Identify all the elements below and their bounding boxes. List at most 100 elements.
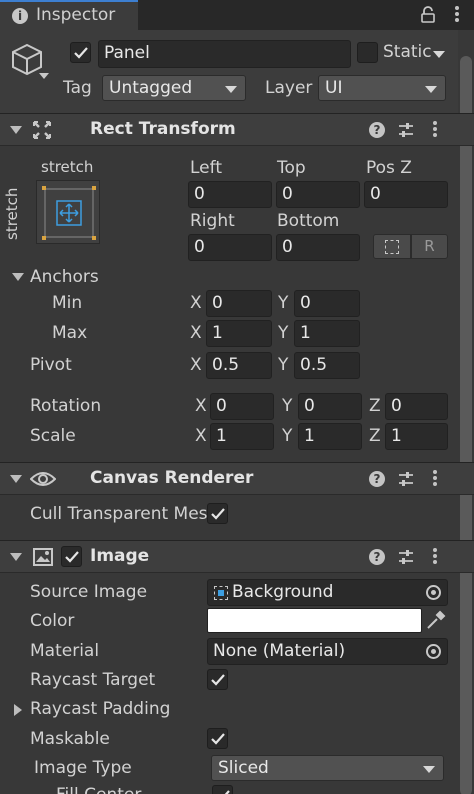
image-enabled-checkbox[interactable] <box>61 546 82 567</box>
min-y-label[interactable]: Y <box>278 293 288 313</box>
right-field[interactable]: 0 <box>188 234 272 261</box>
anchor-preset-top-label: stretch <box>41 158 94 176</box>
object-picker-icon[interactable] <box>426 585 441 600</box>
chevron-down-icon <box>425 86 437 93</box>
rotation-x-field[interactable]: 0 <box>210 393 274 420</box>
posz-label: Pos Z <box>366 158 412 178</box>
right-label: Right <box>190 211 235 231</box>
max-y-field[interactable]: 1 <box>294 320 360 347</box>
fill-center-checkbox[interactable] <box>212 785 233 794</box>
component-menu-icon[interactable] <box>433 548 437 566</box>
anchors-label[interactable]: Anchors <box>30 267 99 287</box>
pivot-x-label[interactable]: X <box>190 355 202 375</box>
raycast-target-checkbox[interactable] <box>207 669 228 690</box>
image-type-dropdown[interactable]: Sliced <box>211 755 444 781</box>
component-menu-icon[interactable] <box>433 121 437 139</box>
tab-title: Inspector <box>36 5 116 25</box>
scale-x-label[interactable]: X <box>195 426 207 446</box>
fold-arrow-icon[interactable] <box>10 475 22 483</box>
image-type-label: Image Type <box>34 758 132 778</box>
scale-y-label[interactable]: Y <box>282 426 292 446</box>
info-icon: i <box>12 8 28 24</box>
fold-arrow-icon[interactable] <box>10 553 22 561</box>
rect-transform-header[interactable]: Rect Transform ? <box>0 113 474 146</box>
layer-dropdown[interactable]: UI <box>318 75 446 101</box>
image-header[interactable]: Image ? <box>0 540 474 573</box>
min-x-field[interactable]: 0 <box>206 290 272 317</box>
presets-icon[interactable] <box>398 122 414 138</box>
active-checkbox[interactable] <box>70 42 91 63</box>
posz-field[interactable]: 0 <box>364 181 448 208</box>
tab-inspector[interactable]: i Inspector <box>0 0 138 30</box>
name-field[interactable]: Panel <box>98 40 351 68</box>
color-swatch[interactable] <box>207 608 422 633</box>
scrollbar-thumb[interactable] <box>460 56 472 794</box>
anchor-presets-button[interactable] <box>36 180 100 244</box>
material-field[interactable]: None (Material) <box>207 638 448 665</box>
static-checkbox[interactable] <box>357 42 378 63</box>
help-icon[interactable]: ? <box>369 122 385 138</box>
chevron-down-icon <box>225 86 237 93</box>
presets-icon[interactable] <box>398 471 414 487</box>
raycast-padding-label[interactable]: Raycast Padding <box>30 699 170 719</box>
source-image-value: Background <box>232 582 334 602</box>
static-label: Static <box>383 42 432 62</box>
top-field[interactable]: 0 <box>276 181 360 208</box>
raw-edit-button[interactable]: R <box>411 234 448 259</box>
raycast-padding-fold-icon[interactable] <box>14 704 22 716</box>
fold-arrow-icon[interactable] <box>10 126 22 134</box>
image-component-icon <box>33 548 53 566</box>
maskable-checkbox[interactable] <box>207 728 228 749</box>
eyedropper-icon[interactable] <box>426 610 446 630</box>
rotation-x-label[interactable]: X <box>195 396 207 416</box>
presets-icon[interactable] <box>398 549 414 565</box>
rect-transform-icon <box>32 120 52 140</box>
material-value: None (Material) <box>213 641 346 661</box>
fill-center-label: Fill Center <box>56 785 141 794</box>
cull-transparent-checkbox[interactable] <box>207 503 228 524</box>
help-icon[interactable]: ? <box>369 471 385 487</box>
source-image-label: Source Image <box>30 582 148 602</box>
bottom-label: Bottom <box>277 211 340 231</box>
max-x-field[interactable]: 1 <box>206 320 272 347</box>
component-menu-icon[interactable] <box>433 470 437 488</box>
lock-icon[interactable] <box>420 6 436 23</box>
max-y-label[interactable]: Y <box>278 323 288 343</box>
blueprint-icon <box>385 240 399 254</box>
tag-dropdown[interactable]: Untagged <box>102 75 246 101</box>
canvas-renderer-header[interactable]: Canvas Renderer ? <box>0 462 474 495</box>
rotation-z-label[interactable]: Z <box>369 396 381 416</box>
pivot-y-label[interactable]: Y <box>278 355 288 375</box>
pivot-y-field[interactable]: 0.5 <box>294 352 360 379</box>
anchor-preset-side-label: stretch <box>3 187 21 240</box>
color-label: Color <box>30 611 75 631</box>
cube-icon[interactable] <box>10 42 44 76</box>
help-icon[interactable]: ? <box>369 549 385 565</box>
scale-y-field[interactable]: 1 <box>298 423 362 450</box>
min-x-label[interactable]: X <box>190 293 202 313</box>
bottom-field[interactable]: 0 <box>276 234 360 261</box>
max-x-label[interactable]: X <box>190 323 202 343</box>
icon-dropdown-arrow[interactable] <box>39 73 49 79</box>
image-type-value: Sliced <box>218 758 269 778</box>
tab-menu-icon[interactable] <box>455 6 459 24</box>
rotation-label: Rotation <box>30 396 102 416</box>
scale-z-field[interactable]: 1 <box>385 423 448 450</box>
tag-value: Untagged <box>109 78 193 98</box>
blueprint-mode-button[interactable] <box>373 234 411 259</box>
left-field[interactable]: 0 <box>188 181 272 208</box>
scale-z-label[interactable]: Z <box>369 426 381 446</box>
object-picker-icon[interactable] <box>426 644 441 659</box>
source-image-field[interactable]: Background <box>207 579 448 606</box>
image-title: Image <box>90 546 150 566</box>
rotation-z-field[interactable]: 0 <box>385 393 448 420</box>
anchors-fold-icon[interactable] <box>12 273 24 281</box>
min-y-field[interactable]: 0 <box>294 290 360 317</box>
rotation-y-label[interactable]: Y <box>282 396 292 416</box>
rotation-y-field[interactable]: 0 <box>298 393 362 420</box>
canvas-renderer-title: Canvas Renderer <box>90 468 254 488</box>
scale-x-field[interactable]: 1 <box>210 423 274 450</box>
rect-transform-title: Rect Transform <box>90 119 236 139</box>
static-dropdown-arrow[interactable] <box>433 51 445 58</box>
pivot-x-field[interactable]: 0.5 <box>206 352 272 379</box>
